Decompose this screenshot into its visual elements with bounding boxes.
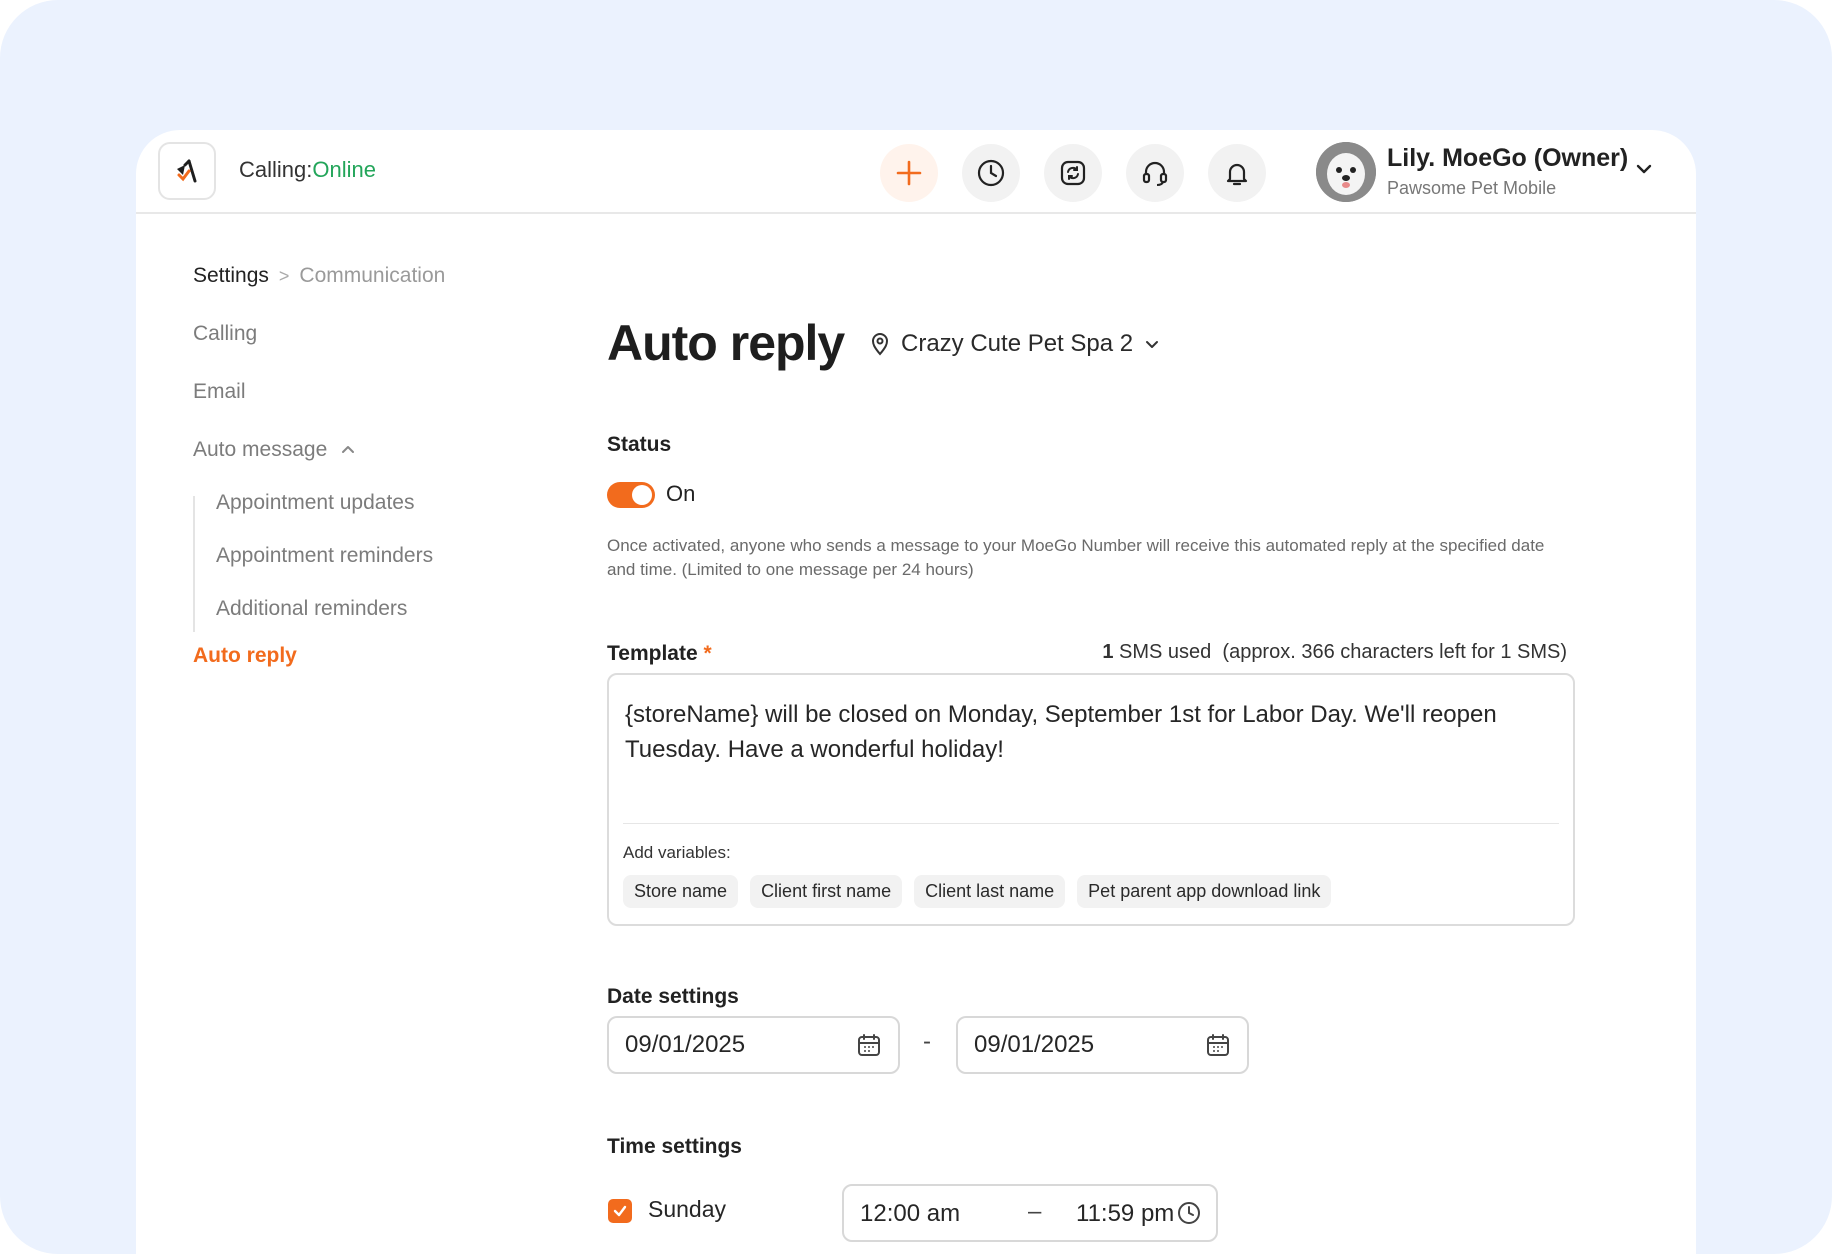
plus-icon xyxy=(896,160,922,186)
date-settings-label: Date settings xyxy=(607,985,739,1008)
user-name[interactable]: Lily. MoeGo (Owner) xyxy=(1387,144,1628,173)
sunday-time-range-input[interactable]: 12:00 am – 11:59 pm xyxy=(842,1184,1218,1242)
variable-chip-pet-parent-app-link[interactable]: Pet parent app download link xyxy=(1077,875,1332,908)
location-selector[interactable]: Crazy Cute Pet Spa 2 xyxy=(869,330,1161,358)
history-button[interactable] xyxy=(962,144,1020,202)
sidebar-item-label: Auto message xyxy=(193,438,328,461)
sidebar-item-email[interactable]: Email xyxy=(193,380,246,404)
page-title: Auto reply xyxy=(607,315,845,371)
location-pin-icon xyxy=(871,333,889,356)
sms-usage-info: 1 SMS used (approx. 366 characters left … xyxy=(1102,641,1567,664)
app-backdrop: Calling:Online Lily. MoeGo (Owner) Pawso… xyxy=(0,0,1832,1254)
app-window: Calling:Online Lily. MoeGo (Owner) Pawso… xyxy=(136,130,1696,1254)
calling-status[interactable]: Calling:Online xyxy=(239,157,376,183)
template-divider xyxy=(623,823,1559,824)
status-label: Status xyxy=(607,433,672,456)
sunday-checkbox[interactable] xyxy=(608,1199,632,1223)
chevron-up-icon xyxy=(342,446,355,453)
logo-icon xyxy=(177,159,197,183)
chevron-down-icon xyxy=(1146,341,1159,348)
user-menu-toggle[interactable] xyxy=(1633,158,1655,185)
date-range-separator: - xyxy=(923,1028,931,1055)
required-mark: * xyxy=(703,642,712,665)
template-label-text: Template xyxy=(607,642,698,665)
sms-left-text: (approx. 366 characters left for 1 SMS) xyxy=(1222,641,1567,663)
day-label-sunday: Sunday xyxy=(648,1196,727,1222)
sidebar-item-auto-message[interactable]: Auto message xyxy=(193,438,357,462)
time-start-value: 12:00 am xyxy=(860,1200,961,1227)
variable-chip-client-last-name[interactable]: Client last name xyxy=(914,875,1066,908)
breadcrumb-settings[interactable]: Settings xyxy=(193,264,269,288)
time-range-separator: – xyxy=(1028,1198,1042,1225)
checkmark-icon xyxy=(613,1205,627,1217)
add-button[interactable] xyxy=(880,144,938,202)
sidebar-item-appointment-reminders[interactable]: Appointment reminders xyxy=(216,544,433,568)
location-name: Crazy Cute Pet Spa 2 xyxy=(901,330,1134,357)
sync-button[interactable] xyxy=(1044,144,1102,202)
breadcrumb-communication: Communication xyxy=(299,264,446,287)
status-toggle[interactable] xyxy=(607,482,655,508)
user-business: Pawsome Pet Mobile xyxy=(1387,178,1557,198)
top-bar: Calling:Online Lily. MoeGo (Owner) Pawso… xyxy=(136,130,1696,214)
calling-label: Calling: xyxy=(239,157,313,182)
calling-online: Online xyxy=(312,157,376,182)
toggle-knob xyxy=(632,485,652,505)
sms-count: 1 xyxy=(1102,641,1114,663)
clock-icon xyxy=(977,159,1005,187)
add-variables-label: Add variables: xyxy=(623,843,731,862)
start-date-value: 09/01/2025 xyxy=(625,1031,746,1058)
start-date-input[interactable]: 09/01/2025 xyxy=(607,1016,900,1074)
variable-chip-client-first-name[interactable]: Client first name xyxy=(750,875,903,908)
sidebar-item-additional-reminders[interactable]: Additional reminders xyxy=(216,597,407,621)
notifications-button[interactable] xyxy=(1208,144,1266,202)
clock-icon xyxy=(1178,1202,1200,1224)
end-date-value: 09/01/2025 xyxy=(974,1031,1095,1058)
moego-logo[interactable] xyxy=(158,142,216,200)
sub-nav-guide xyxy=(193,496,195,632)
support-button[interactable] xyxy=(1126,144,1184,202)
status-toggle-label: On xyxy=(666,481,696,506)
sidebar-item-calling[interactable]: Calling xyxy=(193,322,257,346)
template-label: Template * xyxy=(607,642,712,666)
dog-avatar-image xyxy=(1316,142,1376,202)
sidebar-item-auto-reply[interactable]: Auto reply xyxy=(193,644,297,668)
headset-icon xyxy=(1142,161,1168,186)
end-date-input[interactable]: 09/01/2025 xyxy=(956,1016,1249,1074)
time-end-value: 11:59 pm xyxy=(1076,1200,1175,1227)
variable-chips: Store name Client first name Client last… xyxy=(623,875,1332,908)
template-textarea[interactable]: {storeName} will be closed on Monday, Se… xyxy=(625,697,1555,767)
sms-used-text: SMS used xyxy=(1119,641,1212,663)
status-help-text: Once activated, anyone who sends a messa… xyxy=(607,536,1545,579)
chevron-down-icon xyxy=(1636,164,1652,174)
breadcrumb-separator: > xyxy=(278,265,290,286)
time-settings-label: Time settings xyxy=(607,1135,742,1158)
template-editor[interactable]: {storeName} will be closed on Monday, Se… xyxy=(607,673,1575,926)
sync-icon xyxy=(1060,160,1086,186)
avatar[interactable] xyxy=(1316,142,1376,202)
sidebar-item-appointment-updates[interactable]: Appointment updates xyxy=(216,491,414,515)
calendar-icon xyxy=(858,1034,880,1056)
bell-icon xyxy=(1226,163,1248,186)
calendar-icon xyxy=(1207,1034,1229,1056)
breadcrumb: Settings > Communication xyxy=(193,264,445,288)
variable-chip-store-name[interactable]: Store name xyxy=(623,875,739,908)
